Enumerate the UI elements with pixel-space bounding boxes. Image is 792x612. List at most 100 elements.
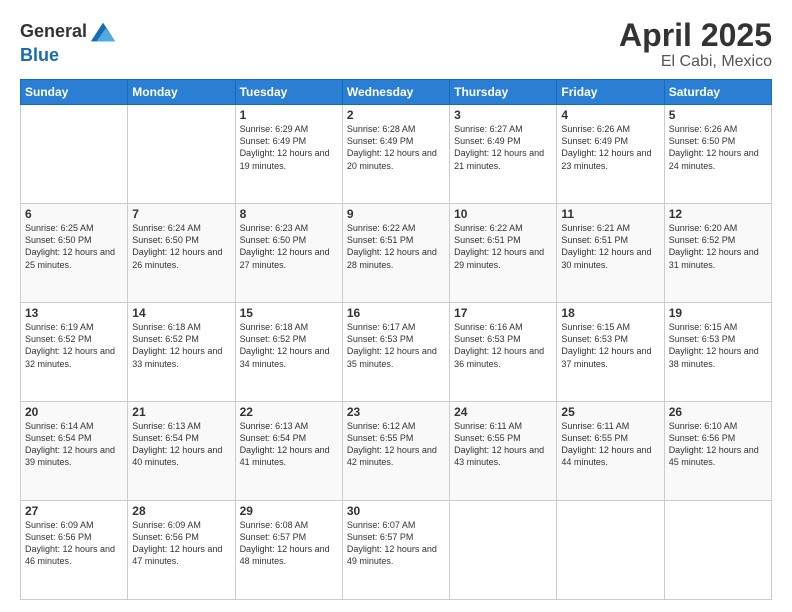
- day-info: Sunrise: 6:16 AMSunset: 6:53 PMDaylight:…: [454, 321, 552, 370]
- day-info: Sunrise: 6:14 AMSunset: 6:54 PMDaylight:…: [25, 420, 123, 469]
- calendar-cell: 11Sunrise: 6:21 AMSunset: 6:51 PMDayligh…: [557, 204, 664, 303]
- day-number: 25: [561, 405, 659, 419]
- day-number: 7: [132, 207, 230, 221]
- day-info: Sunrise: 6:15 AMSunset: 6:53 PMDaylight:…: [561, 321, 659, 370]
- day-header-wednesday: Wednesday: [342, 80, 449, 105]
- calendar-table: SundayMondayTuesdayWednesdayThursdayFrid…: [20, 79, 772, 600]
- day-number: 28: [132, 504, 230, 518]
- calendar-cell: 23Sunrise: 6:12 AMSunset: 6:55 PMDayligh…: [342, 402, 449, 501]
- title-block: April 2025 El Cabi, Mexico: [619, 18, 772, 71]
- day-info: Sunrise: 6:21 AMSunset: 6:51 PMDaylight:…: [561, 222, 659, 271]
- day-number: 24: [454, 405, 552, 419]
- calendar-header-row: SundayMondayTuesdayWednesdayThursdayFrid…: [21, 80, 772, 105]
- day-number: 29: [240, 504, 338, 518]
- calendar-cell: [664, 501, 771, 600]
- calendar-cell: 1Sunrise: 6:29 AMSunset: 6:49 PMDaylight…: [235, 105, 342, 204]
- day-info: Sunrise: 6:13 AMSunset: 6:54 PMDaylight:…: [132, 420, 230, 469]
- day-header-monday: Monday: [128, 80, 235, 105]
- calendar-cell: 2Sunrise: 6:28 AMSunset: 6:49 PMDaylight…: [342, 105, 449, 204]
- day-number: 30: [347, 504, 445, 518]
- day-number: 4: [561, 108, 659, 122]
- day-info: Sunrise: 6:26 AMSunset: 6:49 PMDaylight:…: [561, 123, 659, 172]
- day-header-tuesday: Tuesday: [235, 80, 342, 105]
- calendar-week-2: 6Sunrise: 6:25 AMSunset: 6:50 PMDaylight…: [21, 204, 772, 303]
- logo-text: General: [20, 22, 87, 42]
- calendar-cell: [21, 105, 128, 204]
- day-number: 14: [132, 306, 230, 320]
- day-number: 21: [132, 405, 230, 419]
- day-number: 13: [25, 306, 123, 320]
- day-number: 16: [347, 306, 445, 320]
- calendar-cell: 29Sunrise: 6:08 AMSunset: 6:57 PMDayligh…: [235, 501, 342, 600]
- calendar-cell: 9Sunrise: 6:22 AMSunset: 6:51 PMDaylight…: [342, 204, 449, 303]
- day-info: Sunrise: 6:19 AMSunset: 6:52 PMDaylight:…: [25, 321, 123, 370]
- calendar-cell: 6Sunrise: 6:25 AMSunset: 6:50 PMDaylight…: [21, 204, 128, 303]
- calendar-cell: 13Sunrise: 6:19 AMSunset: 6:52 PMDayligh…: [21, 303, 128, 402]
- day-info: Sunrise: 6:22 AMSunset: 6:51 PMDaylight:…: [454, 222, 552, 271]
- calendar-cell: 27Sunrise: 6:09 AMSunset: 6:56 PMDayligh…: [21, 501, 128, 600]
- day-info: Sunrise: 6:15 AMSunset: 6:53 PMDaylight:…: [669, 321, 767, 370]
- day-info: Sunrise: 6:12 AMSunset: 6:55 PMDaylight:…: [347, 420, 445, 469]
- day-number: 9: [347, 207, 445, 221]
- calendar-cell: 5Sunrise: 6:26 AMSunset: 6:50 PMDaylight…: [664, 105, 771, 204]
- day-number: 1: [240, 108, 338, 122]
- day-number: 3: [454, 108, 552, 122]
- calendar-cell: 21Sunrise: 6:13 AMSunset: 6:54 PMDayligh…: [128, 402, 235, 501]
- calendar-cell: 15Sunrise: 6:18 AMSunset: 6:52 PMDayligh…: [235, 303, 342, 402]
- calendar-title: April 2025: [619, 18, 772, 53]
- calendar-cell: 8Sunrise: 6:23 AMSunset: 6:50 PMDaylight…: [235, 204, 342, 303]
- day-info: Sunrise: 6:09 AMSunset: 6:56 PMDaylight:…: [25, 519, 123, 568]
- calendar-subtitle: El Cabi, Mexico: [619, 53, 772, 71]
- day-header-sunday: Sunday: [21, 80, 128, 105]
- calendar-week-5: 27Sunrise: 6:09 AMSunset: 6:56 PMDayligh…: [21, 501, 772, 600]
- calendar-week-4: 20Sunrise: 6:14 AMSunset: 6:54 PMDayligh…: [21, 402, 772, 501]
- calendar-cell: 12Sunrise: 6:20 AMSunset: 6:52 PMDayligh…: [664, 204, 771, 303]
- logo-icon: [89, 18, 117, 46]
- calendar-cell: [450, 501, 557, 600]
- day-number: 18: [561, 306, 659, 320]
- day-header-saturday: Saturday: [664, 80, 771, 105]
- day-number: 15: [240, 306, 338, 320]
- day-header-friday: Friday: [557, 80, 664, 105]
- day-info: Sunrise: 6:09 AMSunset: 6:56 PMDaylight:…: [132, 519, 230, 568]
- day-info: Sunrise: 6:11 AMSunset: 6:55 PMDaylight:…: [561, 420, 659, 469]
- day-info: Sunrise: 6:25 AMSunset: 6:50 PMDaylight:…: [25, 222, 123, 271]
- day-number: 23: [347, 405, 445, 419]
- day-info: Sunrise: 6:17 AMSunset: 6:53 PMDaylight:…: [347, 321, 445, 370]
- calendar-cell: 14Sunrise: 6:18 AMSunset: 6:52 PMDayligh…: [128, 303, 235, 402]
- day-number: 20: [25, 405, 123, 419]
- day-number: 10: [454, 207, 552, 221]
- day-number: 11: [561, 207, 659, 221]
- calendar-week-1: 1Sunrise: 6:29 AMSunset: 6:49 PMDaylight…: [21, 105, 772, 204]
- day-number: 22: [240, 405, 338, 419]
- day-info: Sunrise: 6:22 AMSunset: 6:51 PMDaylight:…: [347, 222, 445, 271]
- day-number: 27: [25, 504, 123, 518]
- calendar-cell: 30Sunrise: 6:07 AMSunset: 6:57 PMDayligh…: [342, 501, 449, 600]
- day-info: Sunrise: 6:24 AMSunset: 6:50 PMDaylight:…: [132, 222, 230, 271]
- day-number: 8: [240, 207, 338, 221]
- calendar-cell: [557, 501, 664, 600]
- calendar-cell: 3Sunrise: 6:27 AMSunset: 6:49 PMDaylight…: [450, 105, 557, 204]
- calendar-cell: 10Sunrise: 6:22 AMSunset: 6:51 PMDayligh…: [450, 204, 557, 303]
- calendar-cell: 20Sunrise: 6:14 AMSunset: 6:54 PMDayligh…: [21, 402, 128, 501]
- header: General Blue April 2025 El Cabi, Mexico: [20, 18, 772, 71]
- day-number: 12: [669, 207, 767, 221]
- calendar-cell: 26Sunrise: 6:10 AMSunset: 6:56 PMDayligh…: [664, 402, 771, 501]
- day-info: Sunrise: 6:13 AMSunset: 6:54 PMDaylight:…: [240, 420, 338, 469]
- day-info: Sunrise: 6:27 AMSunset: 6:49 PMDaylight:…: [454, 123, 552, 172]
- day-info: Sunrise: 6:11 AMSunset: 6:55 PMDaylight:…: [454, 420, 552, 469]
- logo-blue-text: Blue: [20, 46, 59, 66]
- day-number: 26: [669, 405, 767, 419]
- day-header-thursday: Thursday: [450, 80, 557, 105]
- calendar-cell: [128, 105, 235, 204]
- logo: General Blue: [20, 18, 117, 66]
- day-info: Sunrise: 6:08 AMSunset: 6:57 PMDaylight:…: [240, 519, 338, 568]
- calendar-cell: 28Sunrise: 6:09 AMSunset: 6:56 PMDayligh…: [128, 501, 235, 600]
- calendar-cell: 17Sunrise: 6:16 AMSunset: 6:53 PMDayligh…: [450, 303, 557, 402]
- day-number: 6: [25, 207, 123, 221]
- calendar-cell: 4Sunrise: 6:26 AMSunset: 6:49 PMDaylight…: [557, 105, 664, 204]
- day-number: 5: [669, 108, 767, 122]
- calendar-cell: 25Sunrise: 6:11 AMSunset: 6:55 PMDayligh…: [557, 402, 664, 501]
- day-number: 2: [347, 108, 445, 122]
- day-number: 19: [669, 306, 767, 320]
